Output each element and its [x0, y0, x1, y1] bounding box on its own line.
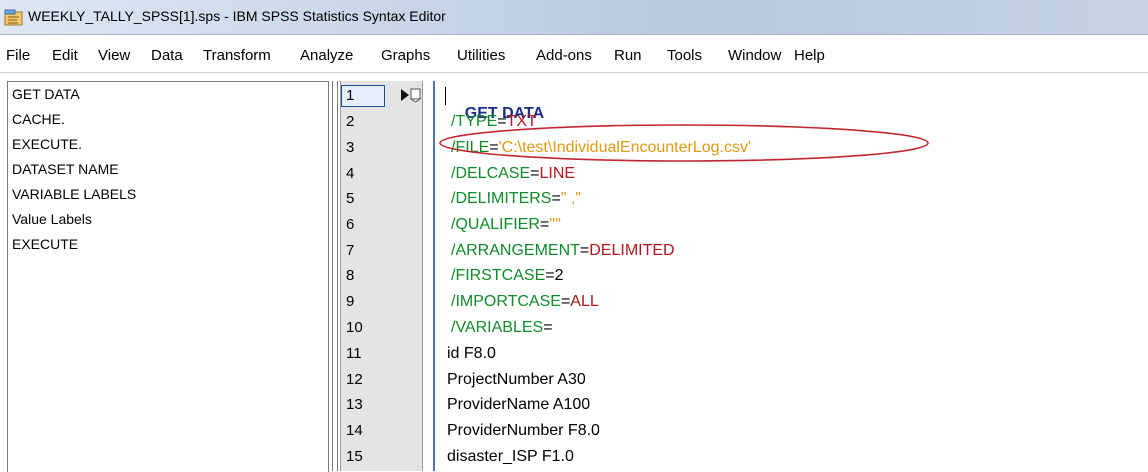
code-line[interactable]: ProviderName A100: [447, 396, 590, 414]
syntax-outline-pane: GET DATA CACHE. EXECUTE. DATASET NAME VA…: [7, 81, 329, 472]
subcommand: /DELCASE: [451, 165, 531, 182]
line-number: 7: [346, 242, 355, 259]
subcommand: /IMPORTCASE: [451, 293, 561, 310]
numeric-value: 2: [554, 267, 564, 284]
menu-analyze[interactable]: Analyze: [300, 47, 353, 64]
line-number: 14: [346, 422, 363, 439]
line-number: 2: [346, 113, 355, 130]
keyword-value: LINE: [539, 165, 576, 182]
pane-splitter[interactable]: [332, 81, 338, 471]
line-number: 6: [346, 216, 355, 233]
line-number: 5: [346, 190, 355, 207]
code-line[interactable]: /DELCASE=LINE: [451, 165, 575, 183]
outline-item[interactable]: DATASET NAME: [12, 161, 119, 177]
equals-sign: =: [543, 319, 553, 336]
subcommand: /FIRSTCASE: [451, 267, 546, 284]
equals-sign: =: [539, 216, 550, 233]
annotation-oval: [439, 124, 929, 162]
menu-bar: File Edit View Data Transform Analyze Gr…: [0, 35, 1148, 73]
menu-data[interactable]: Data: [151, 47, 183, 64]
outline-item[interactable]: Value Labels: [12, 211, 92, 227]
line-number: 12: [346, 371, 363, 388]
code-line[interactable]: disaster_ISP F1.0: [447, 448, 574, 466]
menu-window[interactable]: Window: [728, 47, 781, 64]
variable-definition: id F8.0: [447, 345, 496, 362]
menu-tools[interactable]: Tools: [667, 47, 702, 64]
outline-item[interactable]: CACHE.: [12, 111, 65, 127]
equals-sign: =: [551, 190, 561, 207]
subcommand: /ARRANGEMENT: [451, 242, 580, 259]
line-number: 13: [346, 396, 363, 413]
outline-item[interactable]: EXECUTE.: [12, 136, 82, 152]
execution-pointer-icon: [401, 88, 422, 103]
menu-transform[interactable]: Transform: [203, 47, 271, 64]
editor-left-border: [433, 81, 435, 471]
menu-help[interactable]: Help: [794, 47, 825, 64]
fold-margin: [423, 81, 433, 471]
spss-syntax-icon: [4, 9, 23, 26]
code-line[interactable]: /VARIABLES=: [451, 319, 553, 337]
window-title: WEEKLY_TALLY_SPSS[1].sps - IBM SPSS Stat…: [28, 8, 446, 24]
code-line[interactable]: id F8.0: [447, 345, 496, 363]
variable-definition: ProviderName A100: [447, 396, 591, 413]
menu-graphs[interactable]: Graphs: [381, 47, 430, 64]
equals-sign: =: [560, 293, 571, 310]
code-line[interactable]: /QUALIFIER='"': [451, 216, 561, 234]
text-cursor: [445, 87, 446, 105]
subcommand: /VARIABLES: [451, 319, 544, 336]
line-number: 15: [346, 448, 363, 465]
line-number: 1: [346, 87, 355, 104]
code-line[interactable]: ProviderNumber F8.0: [447, 422, 600, 440]
title-bar: WEEKLY_TALLY_SPSS[1].sps - IBM SPSS Stat…: [0, 0, 1148, 35]
code-line[interactable]: /FIRSTCASE=2: [451, 267, 563, 285]
outline-item[interactable]: EXECUTE: [12, 236, 78, 252]
equals-sign: =: [579, 242, 590, 259]
string-value: " ,": [560, 190, 582, 207]
equals-sign: =: [545, 267, 555, 284]
variable-definition: disaster_ISP F1.0: [447, 448, 574, 465]
outline-item[interactable]: GET DATA: [12, 86, 80, 102]
line-number: 3: [346, 139, 355, 156]
variable-definition: ProviderNumber F8.0: [447, 422, 600, 439]
menu-utilities[interactable]: Utilities: [457, 47, 505, 64]
code-line[interactable]: /IMPORTCASE=ALL: [451, 293, 599, 311]
code-line[interactable]: /DELIMITERS=" ,": [451, 190, 581, 208]
line-number: 9: [346, 293, 355, 310]
line-number: 8: [346, 267, 355, 284]
menu-view[interactable]: View: [98, 47, 130, 64]
line-number: 4: [346, 165, 355, 182]
code-line[interactable]: /ARRANGEMENT=DELIMITED: [451, 242, 675, 260]
line-number: 10: [346, 319, 363, 336]
line-number: 11: [346, 345, 362, 362]
menu-edit[interactable]: Edit: [52, 47, 78, 64]
variable-definition: ProjectNumber A30: [447, 371, 586, 388]
outline-item[interactable]: VARIABLE LABELS: [12, 186, 136, 202]
subcommand: /QUALIFIER: [451, 216, 540, 233]
keyword-value: ALL: [570, 293, 599, 310]
keyword-value: DELIMITED: [589, 242, 675, 259]
menu-run[interactable]: Run: [614, 47, 642, 64]
string-value: '"': [549, 216, 562, 233]
code-line[interactable]: ProjectNumber A30: [447, 371, 586, 389]
subcommand: /DELIMITERS: [451, 190, 552, 207]
menu-addons[interactable]: Add-ons: [536, 47, 592, 64]
menu-file[interactable]: File: [6, 47, 30, 64]
